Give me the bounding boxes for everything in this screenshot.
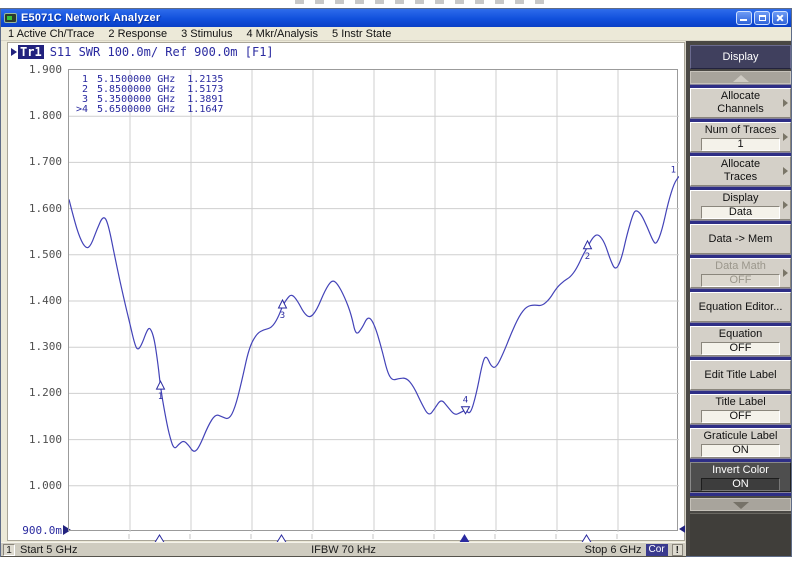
restore-button[interactable] bbox=[754, 11, 770, 25]
marker-icon[interactable] bbox=[157, 381, 165, 389]
cropped-caption-artifact bbox=[295, 0, 545, 4]
minimize-icon bbox=[740, 19, 747, 21]
softkey-scroll-down[interactable] bbox=[690, 498, 791, 511]
marker-number: 1 bbox=[158, 392, 163, 402]
y-tick-label: 1.400 bbox=[8, 294, 62, 307]
chevron-right-icon bbox=[783, 99, 788, 107]
y-tick-label: 1.900 bbox=[8, 63, 62, 76]
triangle-up-icon bbox=[733, 75, 749, 82]
softkey-num-of-traces[interactable]: Num of Traces 1 bbox=[690, 122, 791, 152]
y-tick-label: 1.200 bbox=[8, 386, 62, 399]
equation-value: OFF bbox=[701, 342, 780, 355]
ref-level-label: 900.0m bbox=[8, 524, 62, 537]
menu-mkr-analysis[interactable]: 4 Mkr/Analysis bbox=[239, 27, 325, 40]
y-tick-label: 1.700 bbox=[8, 155, 62, 168]
ifbw-readout: IFBW 70 kHz bbox=[311, 544, 376, 556]
trace-badge[interactable]: Tr1 bbox=[18, 45, 44, 59]
trace-end-label: 1 bbox=[671, 165, 676, 175]
y-tick-label: 1.000 bbox=[8, 479, 62, 492]
softkey-allocate-channels[interactable]: Allocate Channels bbox=[690, 88, 791, 118]
num-of-traces-value: 1 bbox=[701, 138, 780, 151]
menu-stimulus[interactable]: 3 Stimulus bbox=[174, 27, 239, 40]
y-tick-label: 1.600 bbox=[8, 202, 62, 215]
channel-number-box: 1 bbox=[3, 544, 15, 556]
window-title: E5071C Network Analyzer bbox=[21, 12, 160, 24]
plot-panel: Tr1 S11 SWR 100.0m/ Ref 900.0m [F1] 1.90… bbox=[7, 42, 685, 541]
chevron-right-icon bbox=[783, 133, 788, 141]
softkey-equation-editor[interactable]: Equation Editor... bbox=[690, 292, 791, 322]
marker-number: 2 bbox=[585, 252, 590, 262]
active-trace-arrow-icon bbox=[11, 48, 17, 56]
marker-number: 3 bbox=[280, 311, 285, 321]
screenshot-stage: E5071C Network Analyzer 1 Active Ch/Trac… bbox=[0, 0, 800, 567]
menu-response[interactable]: 2 Response bbox=[101, 27, 174, 40]
softkey-data-math: Data Math OFF bbox=[690, 258, 791, 288]
menu-bar: 1 Active Ch/Trace 2 Response 3 Stimulus … bbox=[1, 27, 791, 41]
softkey-invert-color[interactable]: Invert Color ON bbox=[690, 462, 791, 492]
graticule-label-value: ON bbox=[701, 444, 780, 457]
softkey-allocate-traces[interactable]: Allocate Traces bbox=[690, 156, 791, 186]
close-button[interactable] bbox=[772, 11, 788, 25]
softkey-graticule-label[interactable]: Graticule Label ON bbox=[690, 428, 791, 458]
softkey-title-label[interactable]: Title Label OFF bbox=[690, 394, 791, 424]
sidebar-filler bbox=[690, 513, 791, 556]
y-tick-label: 1.800 bbox=[8, 109, 62, 122]
main-area: Tr1 S11 SWR 100.0m/ Ref 900.0m [F1] 1.90… bbox=[1, 41, 791, 556]
softkey-scroll-up[interactable] bbox=[690, 71, 791, 84]
title-label-value: OFF bbox=[701, 410, 780, 423]
marker-number: 4 bbox=[463, 396, 468, 406]
graticule: 1 2 3 4 1 bbox=[68, 69, 678, 531]
warning-badge: ! bbox=[672, 544, 683, 556]
y-tick-label: 1.100 bbox=[8, 433, 62, 446]
invert-color-value: ON bbox=[701, 478, 780, 491]
marker-row: >45.6500000 GHz1.1647 bbox=[72, 105, 223, 115]
menu-instr-state[interactable]: 5 Instr State bbox=[325, 27, 398, 40]
softkey-display-data[interactable]: Display Data bbox=[690, 190, 791, 220]
softkey-equation[interactable]: Equation OFF bbox=[690, 326, 791, 356]
softkey-edit-title-label[interactable]: Edit Title Label bbox=[690, 360, 791, 390]
marker-table: 15.1500000 GHz1.2135 25.8500000 GHz1.517… bbox=[72, 75, 223, 115]
softkey-menu-title: Display bbox=[690, 45, 791, 69]
trace-format-text: S11 SWR 100.0m/ Ref 900.0m [F1] bbox=[50, 45, 274, 59]
chevron-right-icon bbox=[783, 201, 788, 209]
triangle-down-icon bbox=[733, 502, 749, 509]
analyzer-window: E5071C Network Analyzer 1 Active Ch/Trac… bbox=[0, 8, 792, 557]
data-math-value: OFF bbox=[701, 274, 780, 287]
y-tick-label: 1.300 bbox=[8, 340, 62, 353]
status-bar: 1 Start 5 GHz IFBW 70 kHz Stop 6 GHz Cor… bbox=[1, 542, 686, 557]
softkey-sidebar: Display Allocate Channels Num of Traces … bbox=[686, 41, 791, 556]
title-bar[interactable]: E5071C Network Analyzer bbox=[1, 9, 791, 27]
window-controls bbox=[736, 11, 788, 25]
menu-active-ch-trace[interactable]: 1 Active Ch/Trace bbox=[1, 27, 101, 40]
display-mode-value: Data bbox=[701, 206, 780, 219]
chevron-right-icon bbox=[783, 269, 788, 277]
start-frequency: Start 5 GHz bbox=[20, 544, 77, 556]
softkey-data-to-mem[interactable]: Data -> Mem bbox=[690, 224, 791, 254]
trace-header: Tr1 S11 SWR 100.0m/ Ref 900.0m [F1] bbox=[11, 45, 274, 59]
correction-badge: Cor bbox=[646, 544, 668, 556]
restore-icon bbox=[759, 15, 766, 21]
stop-frequency: Stop 6 GHz bbox=[585, 544, 642, 556]
chevron-right-icon bbox=[783, 167, 788, 175]
minimize-button[interactable] bbox=[736, 11, 752, 25]
y-tick-label: 1.500 bbox=[8, 248, 62, 261]
swr-chart: 1 2 3 4 1 bbox=[69, 70, 679, 532]
app-icon bbox=[4, 13, 17, 23]
